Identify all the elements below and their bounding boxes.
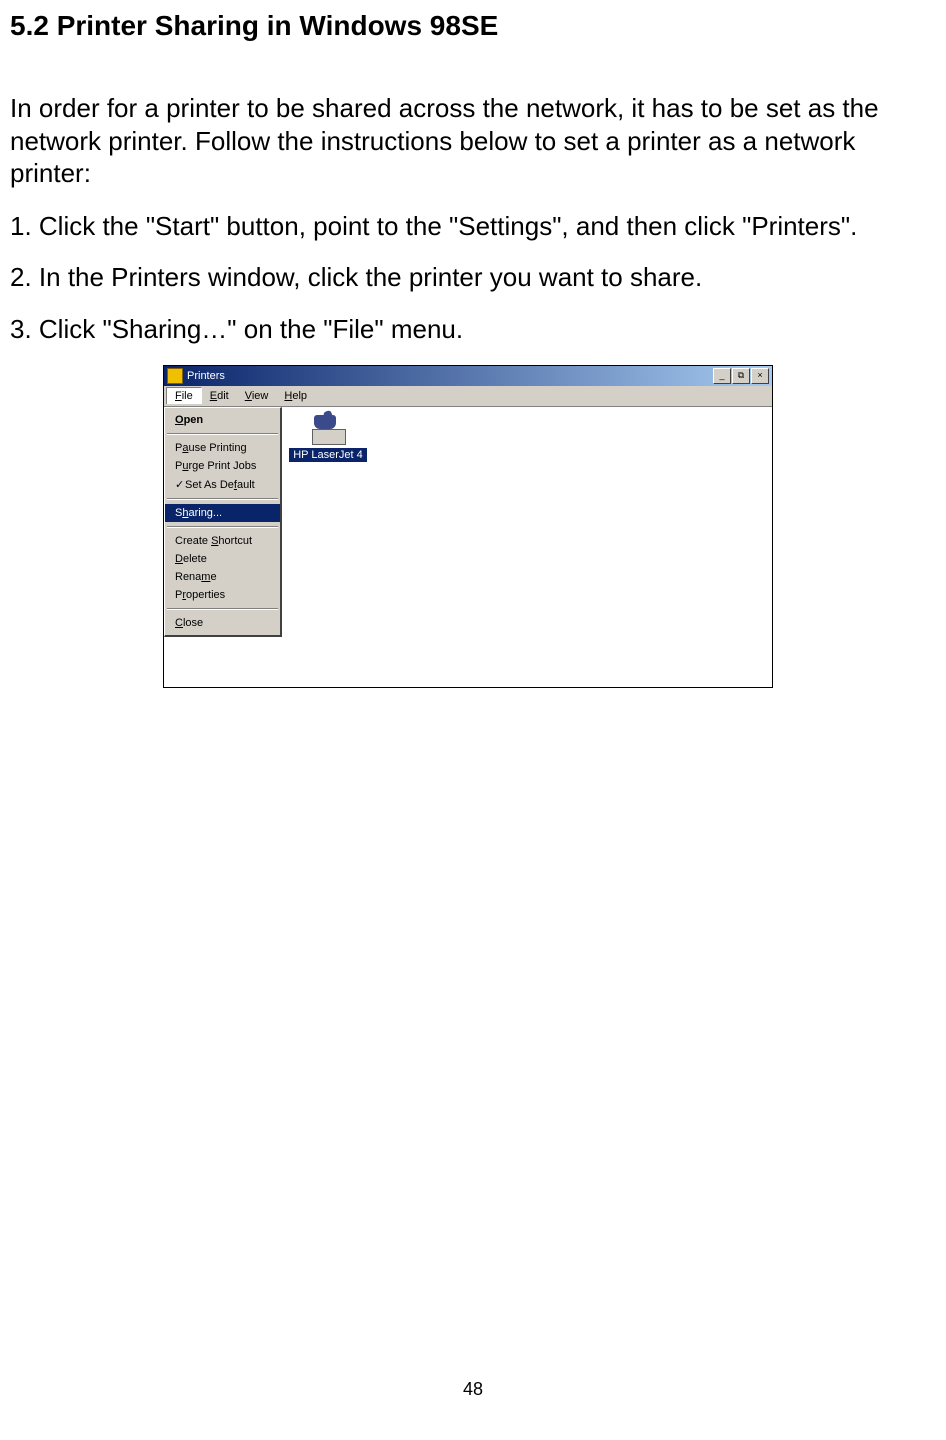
printer-item[interactable]: HP LaserJet 4: [288, 415, 368, 462]
window-title: Printers: [187, 370, 225, 382]
window-titlebar: Printers _ ⧉ ×: [164, 366, 772, 386]
menu-item-set-as-default[interactable]: ✓Set As Default: [165, 475, 280, 494]
step-item: 2. In the Printers window, click the pri…: [10, 261, 926, 295]
menu-item-sharing[interactable]: Sharing...: [165, 504, 280, 522]
close-button[interactable]: ×: [751, 368, 769, 384]
menu-view[interactable]: View: [237, 388, 277, 404]
printer-icon: [308, 415, 348, 445]
menu-edit[interactable]: Edit: [202, 388, 237, 404]
page-number: 48: [0, 1379, 946, 1400]
menu-item-rename[interactable]: Rename: [165, 568, 280, 586]
menu-item-purge-print-jobs[interactable]: Purge Print Jobs: [165, 457, 280, 475]
printer-label: HP LaserJet 4: [289, 448, 367, 462]
menu-item-close[interactable]: Close: [165, 614, 280, 632]
printers-folder-icon: [167, 368, 183, 384]
printers-window-screenshot: Printers _ ⧉ × File Edit View Help Open: [163, 365, 773, 688]
step-item: 3. Click "Sharing…" on the "File" menu.: [10, 313, 926, 347]
intro-paragraph: In order for a printer to be shared acro…: [10, 92, 926, 190]
section-title: 5.2 Printer Sharing in Windows 98SE: [10, 10, 926, 42]
file-menu-dropdown: Open Pause Printing Purge Print Jobs ✓Se…: [164, 407, 282, 637]
menu-file[interactable]: File: [166, 387, 202, 404]
menubar: File Edit View Help: [164, 386, 772, 407]
menu-item-create-shortcut[interactable]: Create Shortcut: [165, 532, 280, 550]
maximize-button[interactable]: ⧉: [732, 368, 750, 384]
menu-item-open[interactable]: Open: [165, 411, 280, 429]
menu-item-delete[interactable]: Delete: [165, 550, 280, 568]
menu-item-properties[interactable]: Properties: [165, 586, 280, 604]
steps-list: 1. Click the "Start" button, point to th…: [10, 210, 926, 347]
menu-help[interactable]: Help: [276, 388, 315, 404]
minimize-button[interactable]: _: [713, 368, 731, 384]
menu-item-pause-printing[interactable]: Pause Printing: [165, 439, 280, 457]
printers-content-area: HP LaserJet 4: [282, 407, 374, 470]
step-item: 1. Click the "Start" button, point to th…: [10, 210, 926, 244]
